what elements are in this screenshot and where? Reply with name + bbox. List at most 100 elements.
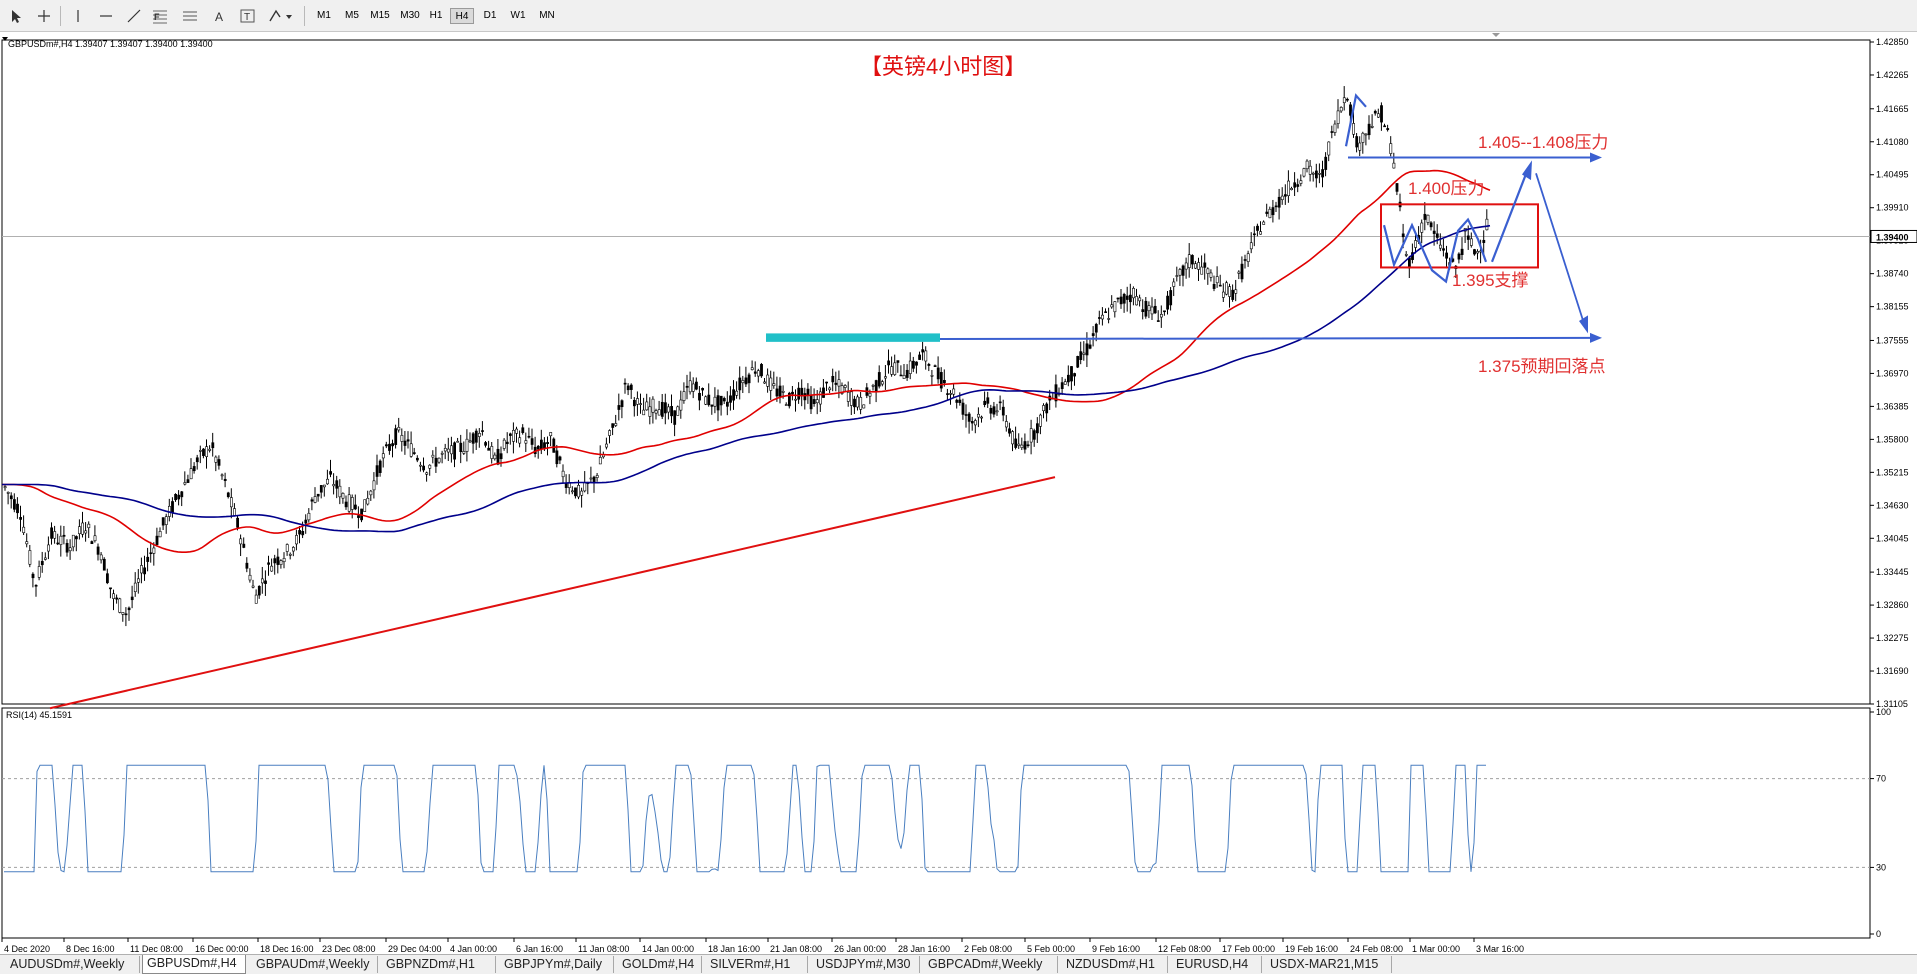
candle-body — [338, 485, 342, 498]
candle-body — [942, 380, 946, 384]
candle-body — [1212, 283, 1216, 289]
candle-body — [1147, 305, 1151, 312]
timeframe-d1-button[interactable]: D1 — [478, 8, 502, 24]
candle-body — [53, 531, 57, 539]
candle-body — [288, 553, 292, 556]
candle-body — [375, 465, 379, 477]
candle-body — [642, 409, 646, 416]
candle-body — [59, 535, 63, 545]
candle-body — [632, 399, 636, 407]
candle-body — [772, 383, 776, 387]
candle-body — [245, 562, 249, 569]
chart-tab[interactable]: GOLDm#,H4 — [618, 956, 702, 973]
candle-body — [1150, 306, 1154, 315]
candle-body — [1135, 296, 1139, 306]
horizontal-line-icon[interactable] — [96, 7, 116, 25]
timeframe-m30-button[interactable]: M30 — [396, 8, 424, 24]
chart-tab[interactable]: USDX-MAR21,M15 — [1266, 956, 1392, 973]
time-tick-label: 14 Jan 00:00 — [642, 944, 694, 954]
candle-body — [1119, 296, 1123, 305]
candle-body — [149, 552, 153, 555]
candle-body — [384, 444, 388, 447]
chart-window[interactable]: 1.42850 1.42265 1.41665 1.41080 1.40495 1.399… — [0, 32, 1917, 954]
candle-body — [1460, 248, 1464, 255]
candle-body — [1290, 188, 1294, 191]
candle-body — [998, 401, 1002, 404]
candle-body — [40, 561, 44, 566]
candle-body — [1308, 165, 1312, 175]
chart-tab[interactable]: AUDUSDm#,Weekly — [6, 956, 140, 973]
candle-body — [1271, 207, 1275, 216]
fibonacci-icon[interactable]: F — [150, 7, 170, 25]
candle-body — [750, 367, 754, 370]
chart-tab[interactable]: GBPCADm#,Weekly — [924, 956, 1058, 973]
candle-body — [1023, 441, 1027, 450]
chart-tab[interactable]: EURUSD,H4 — [1172, 956, 1262, 973]
chart-tab[interactable]: GBPUSDm#,H4 — [142, 955, 246, 974]
candle-body — [905, 369, 909, 378]
timeframe-h4-button[interactable]: H4 — [450, 8, 474, 24]
candle-body — [1485, 218, 1489, 231]
chart-tab[interactable]: GBPAUDm#,Weekly — [252, 956, 378, 973]
candle-body — [1470, 238, 1473, 246]
crosshair-icon[interactable] — [34, 7, 54, 25]
svg-text:T: T — [244, 12, 250, 23]
rsi-tick-label: 0 — [1876, 929, 1881, 939]
candle-body — [1203, 262, 1207, 268]
fibo-channels-icon[interactable] — [180, 7, 200, 25]
candle-body — [673, 410, 677, 425]
candle-body — [394, 428, 398, 445]
vertical-line-icon[interactable] — [68, 7, 88, 25]
timeframe-m15-button[interactable]: M15 — [366, 8, 394, 24]
candle-body — [828, 387, 832, 391]
candle-body — [462, 451, 466, 454]
chart-tab[interactable]: GBPNZDm#,H1 — [382, 956, 496, 973]
chart-tab[interactable]: NZDUSDm#,H1 — [1062, 956, 1168, 973]
candle-body — [233, 508, 236, 516]
candle-body — [415, 457, 419, 461]
candle-body — [127, 607, 131, 611]
candle-body — [871, 385, 875, 387]
text-box-icon[interactable]: T — [238, 7, 258, 25]
timeframe-m1-button[interactable]: M1 — [312, 8, 336, 24]
candle-body — [515, 428, 519, 434]
candle-body — [1429, 222, 1433, 228]
price-chart[interactable]: 1.42850 1.42265 1.41665 1.41080 1.40495 1.399… — [0, 32, 1917, 954]
chart-tab[interactable]: USDJPYm#,M30 — [812, 956, 920, 973]
timeframe-m5-button[interactable]: M5 — [340, 8, 364, 24]
candle-body — [180, 491, 184, 498]
candle-body — [236, 517, 240, 528]
timeframe-h1-button[interactable]: H1 — [424, 8, 448, 24]
candle-body — [521, 427, 525, 433]
candle-body — [499, 453, 503, 460]
candle-body — [1039, 414, 1042, 427]
candle-body — [626, 385, 630, 391]
time-tick-label: 17 Feb 00:00 — [1222, 944, 1275, 954]
trendline-icon[interactable] — [124, 7, 144, 25]
candle-body — [555, 450, 559, 465]
chart-tab[interactable]: GBPJPYm#,Daily — [500, 956, 614, 973]
text-label-icon[interactable]: A — [210, 7, 230, 25]
candle-body — [1020, 444, 1024, 448]
chart-tab[interactable]: SILVERm#,H1 — [706, 956, 808, 973]
candle-body — [524, 440, 528, 444]
candle-body — [753, 371, 757, 374]
candle-body — [226, 492, 230, 498]
candle-body — [825, 381, 829, 384]
cursor-arrow-icon[interactable] — [6, 7, 26, 25]
candle-body — [651, 398, 655, 413]
candle-body — [257, 585, 261, 596]
candle-body — [874, 380, 878, 392]
candle-body — [843, 385, 847, 388]
candle-body — [251, 585, 255, 588]
scroll-marker-icon[interactable] — [1492, 33, 1500, 37]
candle-body — [1377, 113, 1380, 118]
candle-body — [1383, 125, 1387, 128]
arrow-marker-icon[interactable] — [266, 7, 292, 25]
candle-body — [1079, 351, 1083, 360]
timeframe-mn-button[interactable]: MN — [534, 8, 560, 24]
timeframe-w1-button[interactable]: W1 — [506, 8, 530, 24]
candle-body — [1076, 356, 1080, 368]
candle-body — [133, 582, 137, 592]
svg-text:A: A — [215, 10, 223, 24]
